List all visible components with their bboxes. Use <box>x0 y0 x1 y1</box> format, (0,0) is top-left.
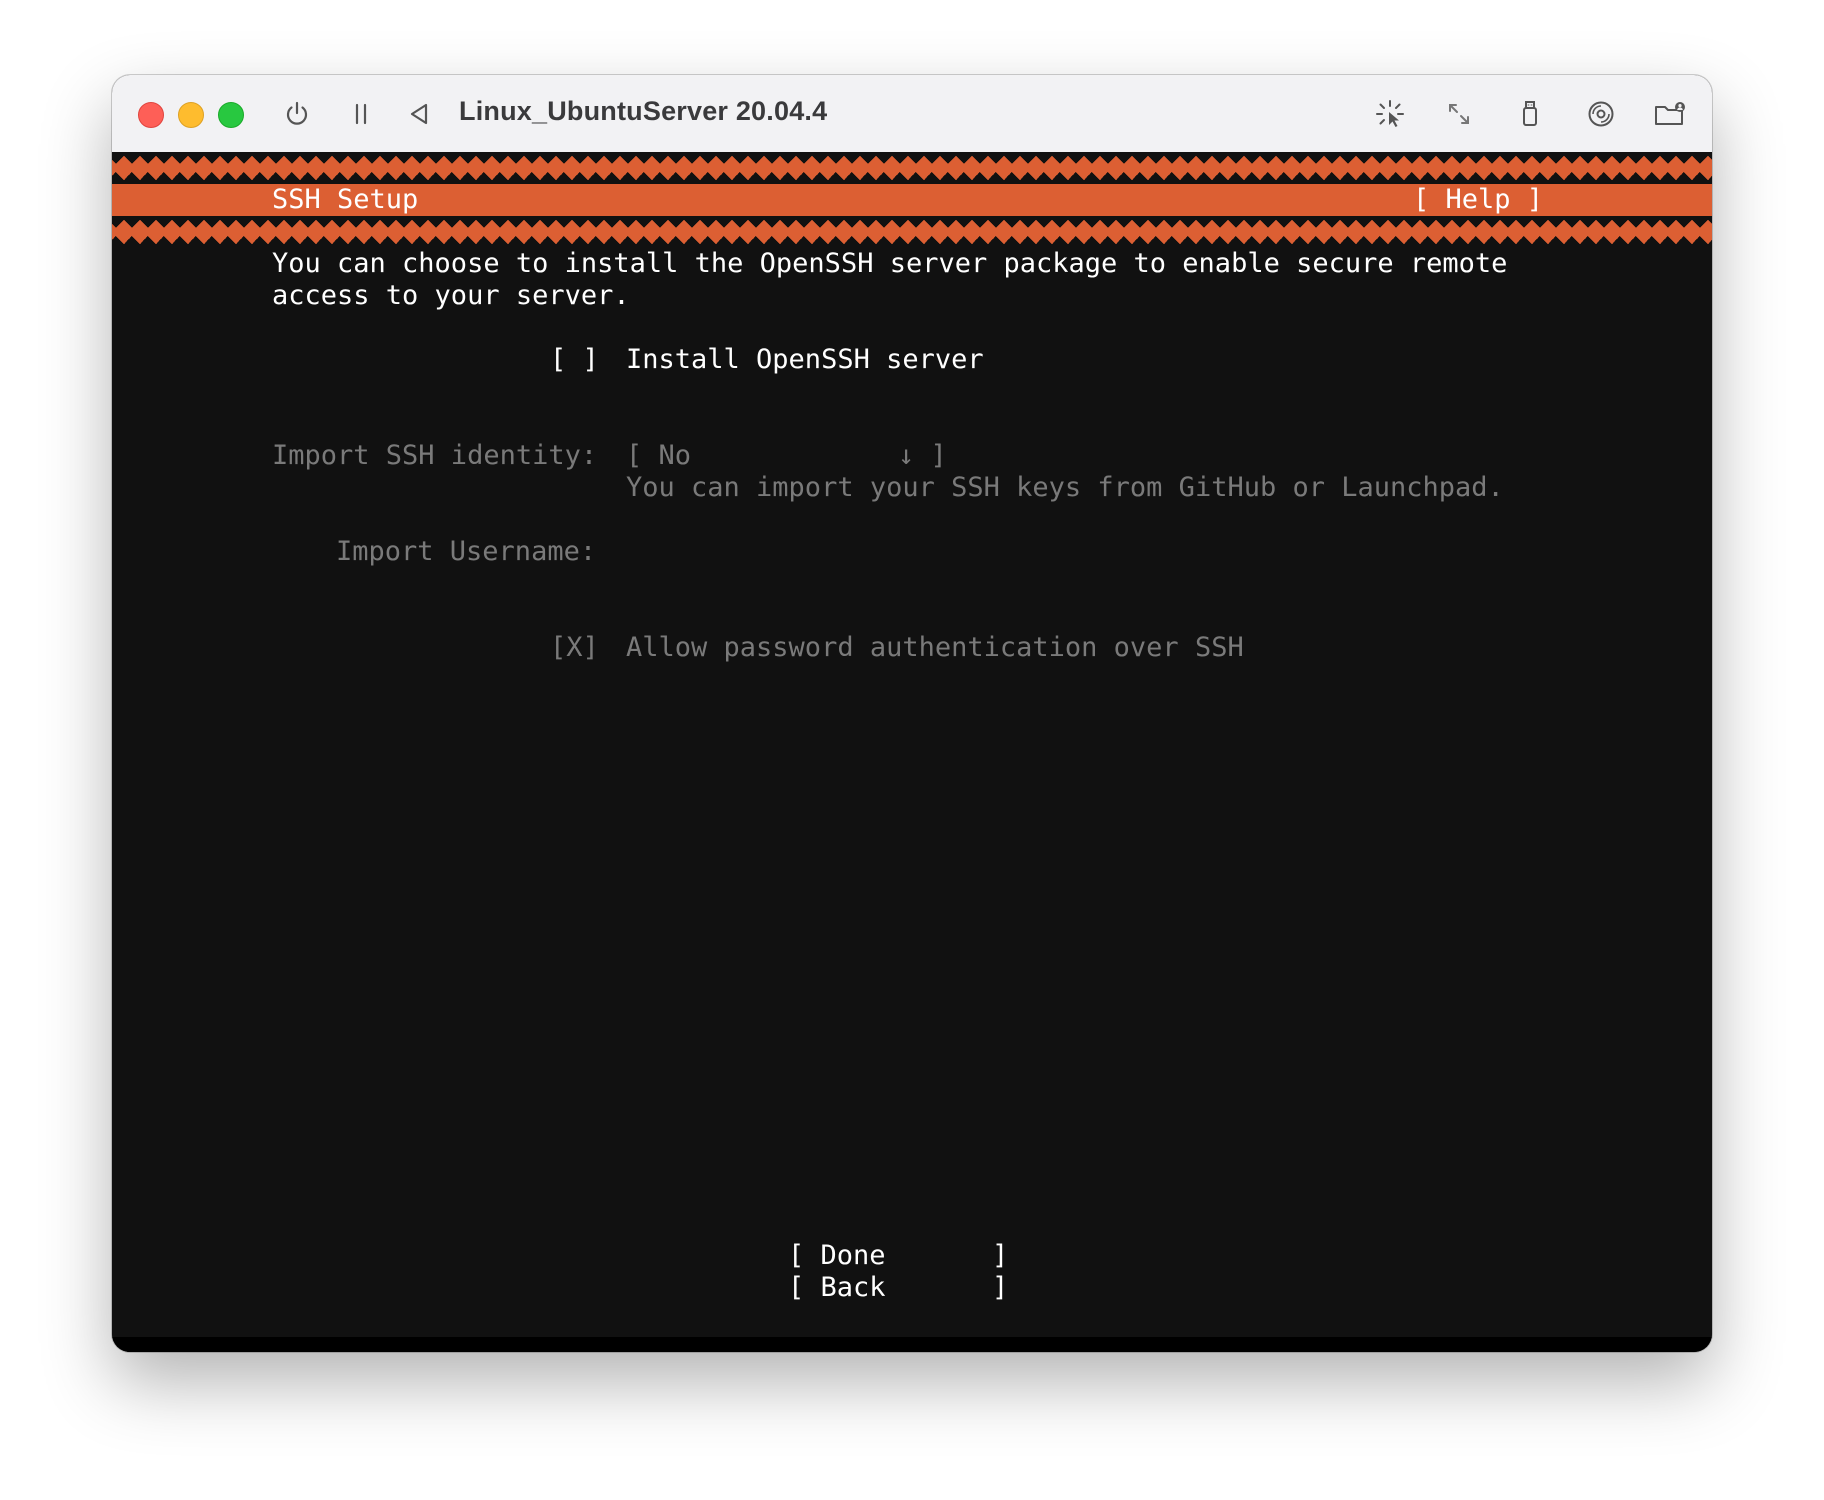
import-ssh-identity-hint: You can import your SSH keys from GitHub… <box>626 472 1504 503</box>
back-triangle-icon[interactable] <box>402 97 436 131</box>
capture-input-icon[interactable] <box>1373 97 1407 131</box>
description-line-1: You can choose to install the OpenSSH se… <box>272 248 1508 279</box>
vm-console-screen[interactable]: SSH Setup [ Help ] You can choose to ins… <box>112 152 1712 1352</box>
vm-window: Linux_UbuntuServer 20.04.4 SSH Setup [H… <box>112 75 1712 1352</box>
minimize-window-button[interactable] <box>178 102 204 128</box>
done-button-right-bracket[interactable]: ] <box>992 1240 1008 1272</box>
usb-icon[interactable] <box>1513 97 1547 131</box>
top-diamond-border <box>112 152 1712 184</box>
disc-icon[interactable] <box>1584 97 1618 131</box>
allow-password-auth-label[interactable]: Allow password authentication over SSH <box>626 632 1244 664</box>
window-title: Linux_UbuntuServer 20.04.4 <box>459 96 828 126</box>
close-window-button[interactable] <box>138 102 164 128</box>
back-button-right-bracket[interactable]: ] <box>992 1272 1008 1304</box>
help-button[interactable]: [ Help ] <box>1413 184 1543 216</box>
title-bar: Linux_UbuntuServer 20.04.4 <box>112 75 1712 153</box>
import-ssh-identity-dropdown-arrow[interactable]: ↓ ] <box>898 440 947 472</box>
description-line-2: access to your server. <box>272 280 630 311</box>
maximize-window-button[interactable] <box>218 102 244 128</box>
install-openssh-label[interactable]: Install OpenSSH server <box>626 344 984 376</box>
shared-folder-icon[interactable] <box>1653 97 1687 131</box>
pause-icon[interactable] <box>344 97 378 131</box>
bottom-diamond-border <box>112 216 1712 248</box>
allow-password-auth-checkbox[interactable]: [X] <box>550 632 599 664</box>
done-button[interactable]: [ Done <box>788 1240 886 1272</box>
installer-header-title: SSH Setup <box>272 184 419 215</box>
console-bottom-edge <box>112 1337 1712 1352</box>
back-button[interactable]: [ Back <box>788 1272 886 1304</box>
power-icon[interactable] <box>280 97 314 131</box>
import-ssh-identity-select[interactable]: [ No <box>626 440 691 472</box>
import-ssh-identity-label: Import SSH identity: <box>272 440 598 471</box>
install-openssh-checkbox[interactable]: [ ] <box>550 344 599 376</box>
resize-icon[interactable] <box>1442 97 1476 131</box>
import-username-label: Import Username: <box>336 536 597 567</box>
